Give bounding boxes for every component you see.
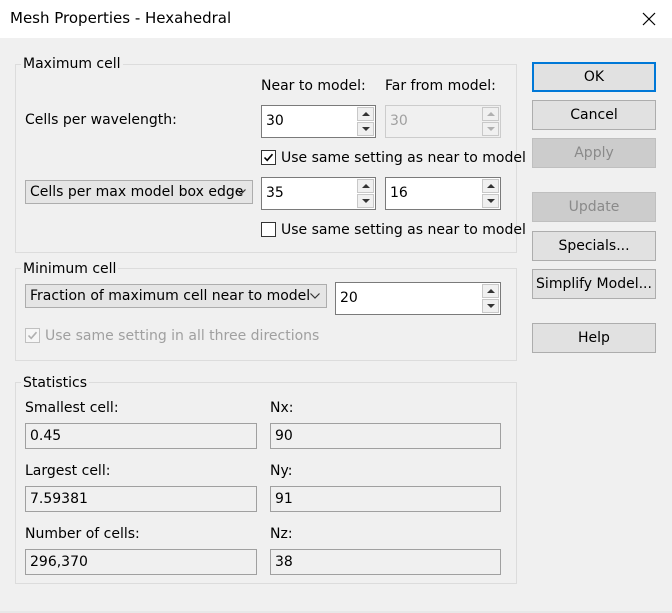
nz-value: 38: [275, 554, 293, 570]
number-of-cells-label: Number of cells:: [25, 526, 140, 542]
ny-label: Ny:: [270, 463, 293, 479]
nz-label: Nz:: [270, 526, 293, 542]
largest-cell-field: 7.59381: [25, 486, 257, 512]
smallest-cell-value: 0.45: [30, 428, 62, 444]
smallest-cell-label: Smallest cell:: [25, 400, 119, 416]
box-near-spinbox[interactable]: 35: [261, 177, 376, 210]
statistics-label: Statistics: [21, 375, 89, 391]
cpw-near-spinbox[interactable]: 30: [261, 105, 376, 138]
arrow-down-icon: [487, 127, 495, 131]
box-near-down-button[interactable]: [357, 194, 374, 208]
arrow-up-icon: [362, 112, 370, 116]
nx-value: 90: [275, 428, 293, 444]
min-cell-down-button[interactable]: [482, 299, 499, 313]
close-icon: [642, 12, 656, 26]
box-far-value[interactable]: 16: [390, 185, 408, 201]
chevron-down-icon: [310, 293, 320, 299]
minimum-cell-label: Minimum cell: [21, 261, 119, 277]
cpw-near-up-button[interactable]: [357, 107, 374, 121]
cpw-far-spinbox: 30: [385, 105, 501, 138]
checkmark-icon: [263, 153, 274, 162]
near-to-model-header: Near to model:: [261, 78, 366, 94]
largest-cell-label: Largest cell:: [25, 463, 111, 479]
same-setting-label-2[interactable]: Use same setting as near to model: [281, 222, 526, 238]
cpw-near-down-button[interactable]: [357, 122, 374, 136]
same-setting-checkbox-2[interactable]: [261, 222, 276, 237]
arrow-up-icon: [487, 184, 495, 188]
same-setting-label-1[interactable]: Use same setting as near to model: [281, 150, 526, 166]
cpw-far-up-button: [482, 107, 499, 121]
min-cell-mode-dropdown[interactable]: Fraction of maximum cell near to model: [25, 284, 327, 308]
title-bar: Mesh Properties - Hexahedral: [0, 0, 672, 38]
box-near-value[interactable]: 35: [266, 185, 284, 201]
chevron-down-icon: [236, 189, 246, 195]
nx-field: 90: [270, 423, 501, 449]
far-from-model-header: Far from model:: [385, 78, 496, 94]
simplify-model-button[interactable]: Simplify Model...: [532, 269, 656, 299]
arrow-down-icon: [487, 199, 495, 203]
maximum-cell-label: Maximum cell: [21, 56, 123, 72]
apply-button: Apply: [532, 138, 656, 168]
nz-field: 38: [270, 549, 501, 575]
max-cell-mode-dropdown[interactable]: Cells per max model box edge: [25, 180, 253, 204]
cpw-far-value: 30: [390, 113, 408, 129]
ok-button[interactable]: OK: [532, 62, 656, 92]
ny-field: 91: [270, 486, 501, 512]
number-of-cells-value: 296,370: [30, 554, 88, 570]
box-far-down-button[interactable]: [482, 194, 499, 208]
cells-per-wavelength-label: Cells per wavelength:: [25, 112, 177, 128]
close-button[interactable]: [634, 6, 664, 32]
min-cell-value[interactable]: 20: [340, 290, 358, 306]
ny-value: 91: [275, 491, 293, 507]
min-cell-up-button[interactable]: [482, 284, 499, 298]
box-far-spinbox[interactable]: 16: [385, 177, 501, 210]
smallest-cell-field: 0.45: [25, 423, 257, 449]
cpw-near-value[interactable]: 30: [266, 113, 284, 129]
number-of-cells-field: 296,370: [25, 549, 257, 575]
cancel-button[interactable]: Cancel: [532, 100, 656, 130]
arrow-down-icon: [362, 199, 370, 203]
largest-cell-value: 7.59381: [30, 491, 88, 507]
same-directions-checkbox: [25, 328, 40, 343]
cpw-far-down-button: [482, 122, 499, 136]
checkmark-icon: [27, 331, 38, 340]
same-directions-label: Use same setting in all three directions: [45, 328, 320, 344]
specials-button[interactable]: Specials...: [532, 231, 656, 261]
update-button: Update: [532, 192, 656, 222]
window-title: Mesh Properties - Hexahedral: [10, 9, 232, 27]
arrow-down-icon: [487, 304, 495, 308]
arrow-up-icon: [362, 184, 370, 188]
min-cell-spinbox[interactable]: 20: [335, 282, 501, 315]
box-far-up-button[interactable]: [482, 179, 499, 193]
help-button[interactable]: Help: [532, 323, 656, 353]
box-near-up-button[interactable]: [357, 179, 374, 193]
arrow-up-icon: [487, 112, 495, 116]
min-cell-mode-value: Fraction of maximum cell near to model: [30, 288, 311, 304]
arrow-up-icon: [487, 289, 495, 293]
nx-label: Nx:: [270, 400, 294, 416]
same-setting-checkbox-1[interactable]: [261, 150, 276, 165]
arrow-down-icon: [362, 127, 370, 131]
max-cell-mode-value: Cells per max model box edge: [30, 184, 244, 200]
